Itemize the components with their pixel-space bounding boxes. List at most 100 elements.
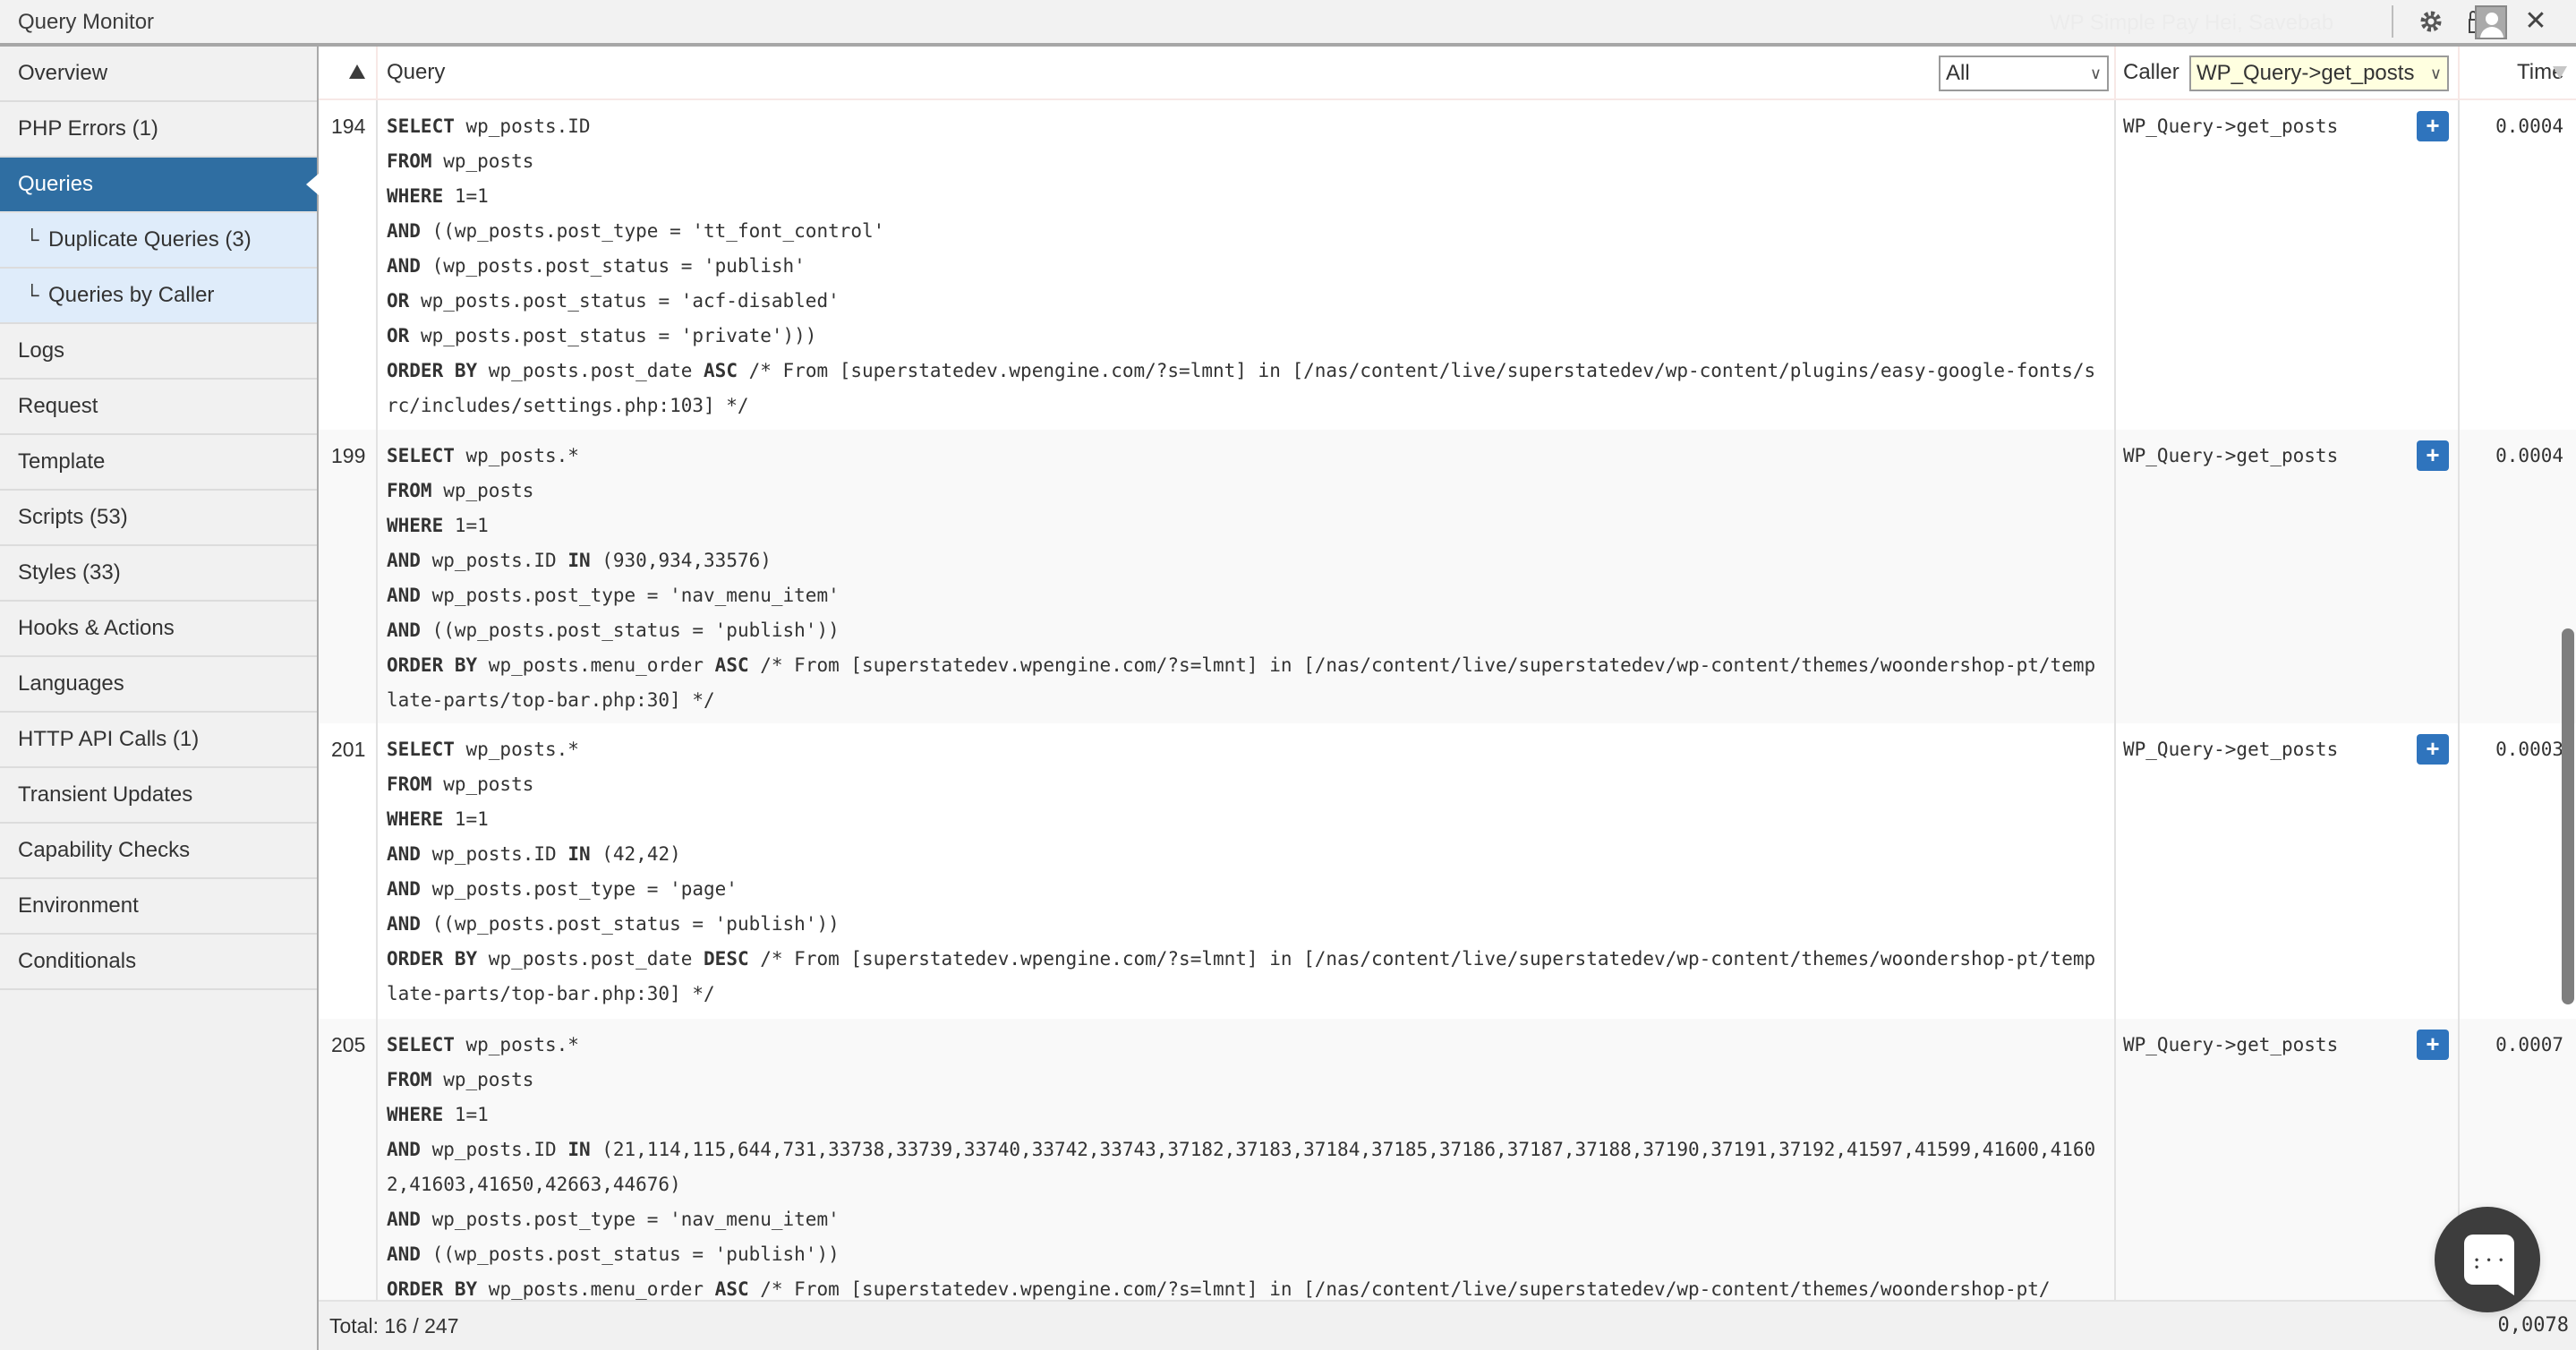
sql-text: wp_posts.post_type = 'nav_menu_item' bbox=[420, 585, 840, 606]
caller-filter-select[interactable]: WP_Query->get_posts ∨ bbox=[2189, 56, 2449, 91]
expand-stack-button[interactable]: + bbox=[2417, 440, 2449, 471]
query-type-filter-select[interactable]: All ∨ bbox=[1939, 56, 2109, 91]
sql-line: AND ((wp_posts.post_status = 'publish')) bbox=[387, 613, 2096, 648]
sql-line: FROM wp_posts bbox=[387, 767, 2096, 802]
sql-keyword: ASC bbox=[714, 654, 749, 676]
sql-keyword: FROM bbox=[387, 1069, 432, 1090]
table-footer: Total: 16 / 247 0,0078 bbox=[319, 1300, 2576, 1350]
sql-text: wp_posts.post_date bbox=[477, 360, 704, 381]
sql-keyword: OR bbox=[387, 290, 410, 312]
column-header-query[interactable]: Query bbox=[387, 47, 445, 98]
sidebar-item-label: Scripts (53) bbox=[18, 505, 128, 529]
sql-query: SELECT wp_posts.* FROM wp_posts WHERE 1=1 A… bbox=[387, 1028, 2096, 1300]
expand-stack-button[interactable]: + bbox=[2417, 1030, 2449, 1060]
tree-elbow-icon: └ bbox=[25, 284, 39, 306]
sql-keyword: SELECT bbox=[387, 1034, 455, 1055]
queries-table: Query All ∨ Caller WP_Query->get_posts ∨… bbox=[319, 47, 2576, 1300]
sql-text: /* From [superstatedev.wpengine.com/?s=l… bbox=[748, 1278, 2051, 1300]
sidebar-item-label: PHP Errors (1) bbox=[18, 116, 158, 141]
table-row: 199 SELECT wp_posts.* FROM wp_posts WHERE 1… bbox=[319, 430, 2576, 723]
sql-text: ((wp_posts.post_type = 'tt_font_control' bbox=[420, 220, 885, 242]
sidebar-item-http-api-calls[interactable]: HTTP API Calls (1) bbox=[0, 713, 317, 768]
sql-keyword: AND bbox=[387, 255, 421, 277]
sql-text: wp_posts.post_status = 'acf-disabled' bbox=[409, 290, 840, 312]
query-number: 205 bbox=[331, 1033, 366, 1056]
sidebar-item-template[interactable]: Template bbox=[0, 435, 317, 491]
sidebar-item-label: Capability Checks bbox=[18, 838, 191, 862]
sql-keyword: AND bbox=[387, 585, 421, 606]
caller-link[interactable]: WP_Query->get_posts bbox=[2123, 1028, 2338, 1063]
vertical-scrollbar[interactable] bbox=[2562, 628, 2574, 1004]
sql-text: 1=1 bbox=[443, 808, 489, 830]
sql-text: 1=1 bbox=[443, 1104, 489, 1125]
sidebar-item-label: Conditionals bbox=[18, 949, 137, 973]
sql-keyword: DESC bbox=[704, 948, 749, 970]
sidebar-item-queries[interactable]: Queries bbox=[0, 158, 319, 213]
sidebar-item-duplicate-queries[interactable]: └ Duplicate Queries (3) bbox=[0, 213, 317, 269]
query-time: 0.0003 bbox=[2495, 739, 2563, 760]
sql-text: wp_posts.* bbox=[454, 445, 579, 466]
sql-line: WHERE 1=1 bbox=[387, 1098, 2096, 1132]
sql-keyword: FROM bbox=[387, 773, 432, 795]
sql-line: ORDER BY wp_posts.post_date DESC /* From… bbox=[387, 942, 2096, 1012]
sql-text: wp_posts.menu_order bbox=[477, 654, 715, 676]
sql-line: ORDER BY wp_posts.menu_order ASC /* From… bbox=[387, 1272, 2096, 1300]
sql-keyword: AND bbox=[387, 843, 421, 865]
caller-link[interactable]: WP_Query->get_posts bbox=[2123, 109, 2338, 144]
sidebar-item-label: HTTP API Calls (1) bbox=[18, 727, 200, 751]
sql-text: wp_posts bbox=[431, 773, 534, 795]
sidebar-item-label: Environment bbox=[18, 893, 139, 918]
query-time: 0.0007 bbox=[2495, 1034, 2563, 1055]
sidebar-item-hooks-actions[interactable]: Hooks & Actions bbox=[0, 602, 317, 657]
sort-descending-icon[interactable] bbox=[2553, 66, 2567, 79]
gear-icon[interactable] bbox=[2417, 7, 2445, 36]
sidebar-item-label: Request bbox=[18, 394, 98, 418]
sidebar-item-request[interactable]: Request bbox=[0, 380, 317, 435]
typing-dots: • • • • bbox=[2475, 1253, 2506, 1273]
caller-link[interactable]: WP_Query->get_posts bbox=[2123, 439, 2338, 474]
sidebar-item-scripts[interactable]: Scripts (53) bbox=[0, 491, 317, 546]
sql-text: wp_posts.ID bbox=[420, 550, 568, 571]
sidebar-item-label: Logs bbox=[18, 338, 65, 363]
sql-query: SELECT wp_posts.ID FROM wp_posts WHERE 1=1… bbox=[387, 109, 2096, 423]
caller-filter-value: WP_Query->get_posts bbox=[2196, 61, 2415, 85]
sql-line: WHERE 1=1 bbox=[387, 508, 2096, 543]
sidebar-item-queries-by-caller[interactable]: └ Queries by Caller bbox=[0, 269, 317, 324]
sql-text: wp_posts.* bbox=[454, 739, 579, 760]
chevron-down-icon: ∨ bbox=[2089, 64, 2102, 82]
chat-launcher-button[interactable]: • • • • bbox=[2435, 1207, 2540, 1312]
sql-keyword: AND bbox=[387, 913, 421, 935]
sql-text: wp_posts.ID bbox=[420, 843, 568, 865]
column-header-caller[interactable]: Caller bbox=[2123, 47, 2179, 98]
sidebar-item-environment[interactable]: Environment bbox=[0, 879, 317, 935]
avatar-icon[interactable] bbox=[2475, 5, 2507, 39]
sidebar-item-conditionals[interactable]: Conditionals bbox=[0, 935, 317, 990]
expand-stack-button[interactable]: + bbox=[2417, 734, 2449, 765]
sql-text: wp_posts.post_status = 'private'))) bbox=[409, 325, 817, 346]
close-icon[interactable]: ✕ bbox=[2522, 5, 2549, 38]
sql-line: FROM wp_posts bbox=[387, 474, 2096, 508]
sql-line: SELECT wp_posts.* bbox=[387, 1028, 2096, 1063]
column-divider bbox=[2114, 100, 2116, 1300]
sidebar-item-styles[interactable]: Styles (33) bbox=[0, 546, 317, 602]
caller-link[interactable]: WP_Query->get_posts bbox=[2123, 732, 2338, 767]
expand-stack-button[interactable]: + bbox=[2417, 111, 2449, 141]
sql-line: SELECT wp_posts.* bbox=[387, 439, 2096, 474]
sidebar-item-php-errors[interactable]: PHP Errors (1) bbox=[0, 102, 317, 158]
sort-ascending-icon[interactable] bbox=[349, 64, 365, 79]
sidebar-item-label: Overview bbox=[18, 61, 108, 85]
sidebar-item-label: Queries by Caller bbox=[48, 283, 215, 307]
sql-text: wp_posts bbox=[431, 1069, 534, 1090]
sidebar-item-transient-updates[interactable]: Transient Updates bbox=[0, 768, 317, 824]
sql-text: wp_posts.post_type = 'page' bbox=[420, 878, 738, 900]
sql-line: AND ((wp_posts.post_status = 'publish')) bbox=[387, 1237, 2096, 1272]
sql-line: SELECT wp_posts.ID bbox=[387, 109, 2096, 144]
sidebar-item-label: Template bbox=[18, 449, 106, 474]
sidebar-item-logs[interactable]: Logs bbox=[0, 324, 317, 380]
sql-text: (wp_posts.post_status = 'publish' bbox=[420, 255, 806, 277]
sql-query: SELECT wp_posts.* FROM wp_posts WHERE 1=1 A… bbox=[387, 732, 2096, 1012]
sidebar-item-overview[interactable]: Overview bbox=[0, 47, 317, 102]
sidebar-item-capability-checks[interactable]: Capability Checks bbox=[0, 824, 317, 879]
sidebar-item-languages[interactable]: Languages bbox=[0, 657, 317, 713]
column-divider bbox=[2458, 100, 2460, 1300]
